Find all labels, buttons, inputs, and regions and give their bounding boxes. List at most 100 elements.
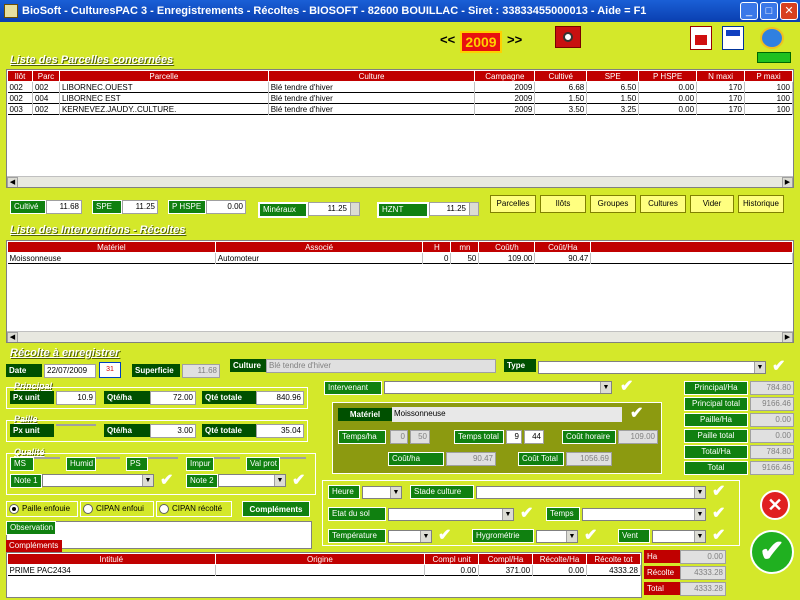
historique-button[interactable]: Historique <box>738 195 784 213</box>
temperature-check-icon[interactable]: ✔ <box>438 528 451 544</box>
camera-icon[interactable] <box>555 26 581 48</box>
scroll-right-icon[interactable]: ▶ <box>782 177 793 187</box>
next-year-button[interactable]: >> <box>507 30 522 50</box>
temps-total-hours[interactable]: 9 <box>506 430 522 444</box>
vent-select[interactable]: ▼ <box>652 530 706 543</box>
column-header[interactable]: Récolte/Ha <box>532 553 587 565</box>
etat-sol-select[interactable]: ▼ <box>388 508 514 521</box>
note2-select[interactable]: ▼ <box>218 474 286 487</box>
hznt-spinner[interactable] <box>469 203 478 215</box>
column-header[interactable]: SPE <box>586 70 640 82</box>
chevron-down-icon[interactable]: ▼ <box>754 362 765 373</box>
principal-qte-ha-input[interactable]: 72.00 <box>150 391 196 405</box>
chevron-down-icon[interactable]: ▼ <box>502 509 513 520</box>
materiel-check-icon[interactable]: ✔ <box>630 406 643 422</box>
cipan-enfoui-option[interactable]: CIPAN enfoui <box>80 501 154 517</box>
paille-enfouie-option[interactable]: Paille enfouie <box>6 501 78 517</box>
mineraux-spinner[interactable] <box>350 203 359 215</box>
validate-button[interactable]: ✔ <box>750 530 794 574</box>
hznt-input[interactable]: 11.25 <box>429 202 479 216</box>
temps-total-minutes[interactable]: 44 <box>524 430 544 444</box>
vent-check-icon[interactable]: ✔ <box>712 528 725 544</box>
rtf-export-icon[interactable] <box>722 26 744 50</box>
note2-check-icon[interactable]: ✔ <box>292 473 305 489</box>
temps-select[interactable]: ▼ <box>582 508 706 521</box>
hygrometrie-check-icon[interactable]: ✔ <box>584 528 597 544</box>
column-header[interactable]: Parcelle <box>58 70 269 82</box>
scroll-left-icon[interactable]: ◀ <box>7 177 18 187</box>
interventions-table[interactable]: Matériel Associé Hmn Coût/h Coût/Ha Moissonn… <box>6 240 794 343</box>
paille-enfouie-radio[interactable] <box>9 504 19 514</box>
column-header[interactable]: Cultivé <box>534 70 588 82</box>
ps-input[interactable] <box>148 457 178 459</box>
note1-check-icon[interactable]: ✔ <box>160 473 173 489</box>
column-header[interactable]: Parc <box>31 70 60 82</box>
pdf-export-icon[interactable] <box>690 26 712 50</box>
column-header[interactable]: Origine <box>214 553 426 565</box>
paille-qte-totale-input[interactable]: 35.04 <box>256 424 304 438</box>
table-row[interactable]: Moissonneuse Automoteur 0 50 109.00 90.47 <box>7 252 793 264</box>
etat-sol-check-icon[interactable]: ✔ <box>520 506 533 522</box>
column-header[interactable]: Associé <box>214 241 424 253</box>
principal-qte-totale-input[interactable]: 840.96 <box>256 391 304 405</box>
val-prot-input[interactable] <box>280 457 306 459</box>
parcelles-table[interactable]: Ilôt Parc Parcelle Culture Campagne Cultivé SP… <box>6 69 794 188</box>
chevron-down-icon[interactable]: ▼ <box>694 487 705 498</box>
vider-button[interactable]: Vider <box>690 195 734 213</box>
intervenant-check-icon[interactable]: ✔ <box>620 379 633 395</box>
prev-year-button[interactable]: << <box>440 30 455 50</box>
chevron-down-icon[interactable]: ▼ <box>694 509 705 520</box>
scroll-right-icon[interactable]: ▶ <box>782 332 793 342</box>
calendar-icon[interactable]: 31 <box>99 362 121 378</box>
groupes-button[interactable]: Groupes <box>590 195 636 213</box>
cipan-recolte-option[interactable]: CIPAN récolté <box>156 501 232 517</box>
impur-input[interactable] <box>214 457 240 459</box>
table-row[interactable]: 003 002 KERNEVEZ.JAUDY..CULTURE. Blé tendre… <box>7 103 793 115</box>
principal-px-unit-input[interactable]: 10.9 <box>56 391 96 405</box>
parcelles-button[interactable]: Parcelles <box>490 195 536 213</box>
stade-culture-select[interactable]: ▼ <box>476 486 706 499</box>
confirm-check-icon[interactable]: ✔ <box>772 359 785 375</box>
parcelles-scrollbar[interactable]: ◀ ▶ <box>7 176 793 187</box>
column-header[interactable]: Campagne <box>474 70 536 82</box>
chevron-down-icon[interactable]: ▼ <box>694 531 705 542</box>
table-row[interactable]: 002 004 LIBORNEC EST Blé tendre d'hiver 2009… <box>7 92 793 104</box>
maximize-button[interactable]: □ <box>760 2 778 20</box>
column-header[interactable]: Récolte tot <box>586 553 641 565</box>
table-row[interactable]: 002 002 LIBORNEC.OUEST Blé tendre d'hiver 20… <box>7 81 793 93</box>
heure-select[interactable]: ▼ <box>362 486 402 499</box>
chevron-down-icon[interactable]: ▼ <box>142 475 153 486</box>
chevron-down-icon[interactable]: ▼ <box>420 531 431 542</box>
column-header[interactable]: P maxi <box>743 70 793 82</box>
column-header[interactable]: Matériel <box>7 241 216 253</box>
column-header[interactable]: Compl unit <box>424 553 480 565</box>
column-header[interactable]: N maxi <box>696 70 745 82</box>
column-header[interactable]: Compl/Ha <box>478 553 534 565</box>
chevron-down-icon[interactable]: ▼ <box>600 382 611 393</box>
column-header[interactable]: Coût/Ha <box>534 241 592 253</box>
temps-check-icon[interactable]: ✔ <box>712 506 725 522</box>
humid-input[interactable] <box>96 457 120 459</box>
internet-explorer-icon[interactable] <box>760 27 784 49</box>
column-header[interactable]: mn <box>450 241 480 253</box>
chevron-down-icon[interactable]: ▼ <box>274 475 285 486</box>
stade-check-icon[interactable]: ✔ <box>712 484 725 500</box>
column-header[interactable]: H <box>422 241 452 253</box>
cultures-button[interactable]: Cultures <box>640 195 686 213</box>
table-row[interactable]: PRIME PAC2434 0.00 371.00 0.00 4333.28 <box>7 564 641 576</box>
ms-input[interactable] <box>34 457 60 459</box>
note1-select[interactable]: ▼ <box>42 474 154 487</box>
complements-button[interactable]: Compléments <box>242 501 310 517</box>
complements-table[interactable]: Intitulé Origine Compl unit Compl/Ha Récolte… <box>6 552 642 598</box>
chevron-down-icon[interactable]: ▼ <box>566 531 577 542</box>
complements-tab[interactable]: Compléments <box>6 540 62 552</box>
interventions-scrollbar[interactable]: ◀ ▶ <box>7 331 793 342</box>
paille-qte-ha-input[interactable]: 3.00 <box>150 424 196 438</box>
cancel-button[interactable]: ✕ <box>760 490 790 520</box>
type-select[interactable]: ▼ <box>538 361 766 374</box>
column-header[interactable]: Intitulé <box>7 553 216 565</box>
column-header[interactable]: Culture <box>267 70 476 82</box>
date-input[interactable]: 22/07/2009 <box>44 364 96 378</box>
paille-px-unit-input[interactable] <box>56 424 96 426</box>
column-header[interactable]: P HSPE <box>638 70 698 82</box>
